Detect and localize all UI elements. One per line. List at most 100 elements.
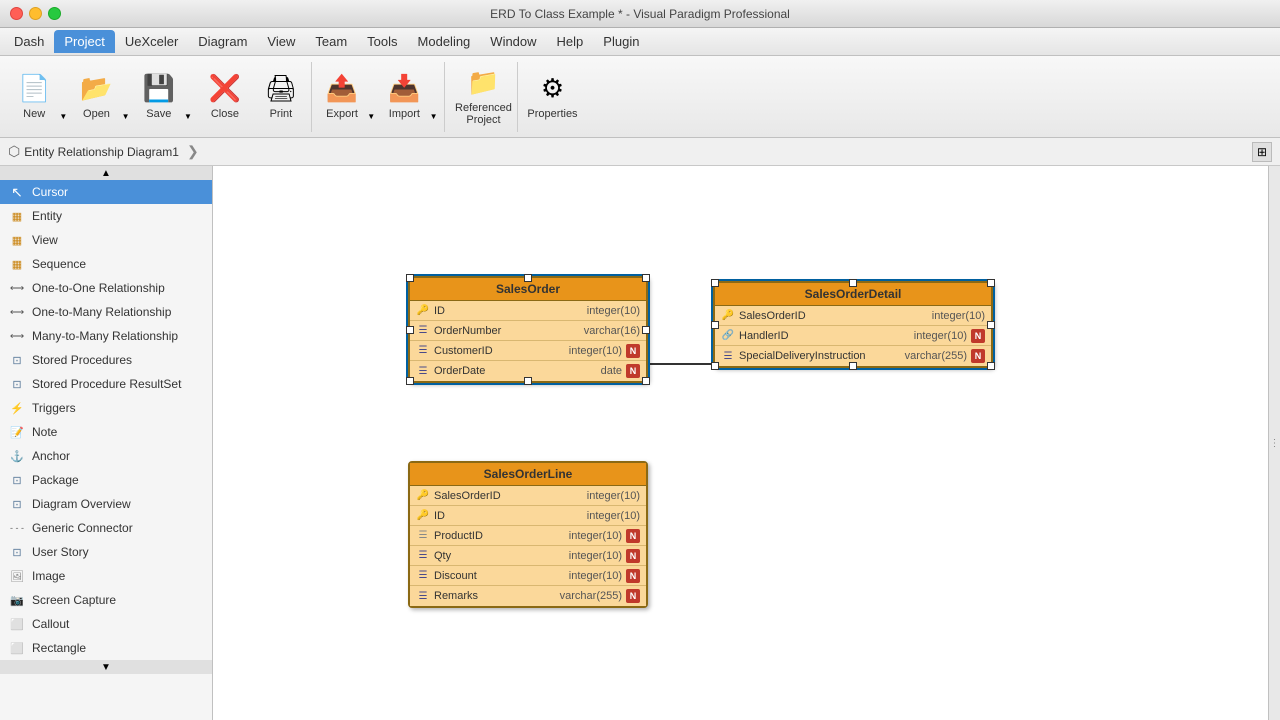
export-arrow[interactable]: ▼ [364,65,378,129]
close-button[interactable]: ❌ Close [199,65,251,129]
panel-item-triggers-label: Triggers [32,401,76,415]
handle-bl[interactable] [406,377,414,385]
referenced-project-button[interactable]: 📁 ReferencedProject [453,65,513,129]
menu-project[interactable]: Project [54,30,114,53]
menu-help[interactable]: Help [547,30,594,53]
menu-team[interactable]: Team [305,30,357,53]
field-icon: ☰ [416,589,430,603]
handle-tc[interactable] [849,279,857,287]
handle-mr[interactable] [642,326,650,334]
breadcrumb-bar: ⬡ Entity Relationship Diagram1 ❯ ⊞ [0,138,1280,166]
print-label: Print [270,108,293,120]
right-panel-handle[interactable]: ⋮ [1268,166,1280,720]
panel-item-image[interactable]: 🖼 Image [0,564,212,588]
handle-bl[interactable] [711,362,719,370]
menu-uexceler[interactable]: UeXceler [115,30,188,53]
panel-item-sequence-label: Sequence [32,257,86,271]
new-icon: 📄 [18,73,50,104]
minimize-button[interactable]: − [29,7,42,20]
null-badge: N [971,329,985,343]
panel-item-screen-capture-label: Screen Capture [32,593,116,607]
handle-tc[interactable] [524,274,532,282]
print-button[interactable]: 🖨 Print [255,65,307,129]
handle-br[interactable] [987,362,995,370]
handle-tl[interactable] [406,274,414,282]
menu-window[interactable]: Window [480,30,546,53]
panel-item-package[interactable]: ⊡ Package [0,468,212,492]
panel-item-stored-proc-resultset[interactable]: ⊡ Stored Procedure ResultSet [0,372,212,396]
panel-item-sequence[interactable]: ▦ Sequence [0,252,212,276]
panel-item-image-label: Image [32,569,65,583]
panel-item-anchor[interactable]: ⚓ Anchor [0,444,212,468]
menu-diagram[interactable]: Diagram [188,30,257,53]
handle-ml[interactable] [711,321,719,329]
save-arrow[interactable]: ▼ [181,65,195,129]
menu-tools[interactable]: Tools [357,30,407,53]
breadcrumb-item[interactable]: Entity Relationship Diagram1 [24,145,179,159]
screen-capture-icon: 📷 [8,594,26,607]
entity-salesorderline-row-salesorderid: 🔑 SalesOrderID integer(10) [410,486,646,506]
import-arrow[interactable]: ▼ [427,65,441,129]
panel-item-one-to-one[interactable]: ⟷ One-to-One Relationship [0,276,212,300]
open-button[interactable]: 📂 Open [74,65,118,129]
anchor-icon: ⚓ [8,450,26,463]
null-badge: N [626,529,640,543]
panel-item-triggers[interactable]: ⚡ Triggers [0,396,212,420]
diagram-view-toggle[interactable]: ⊞ [1252,142,1272,162]
save-button[interactable]: 💾 Save [137,65,181,129]
entity-salesorder[interactable]: SalesOrder 🔑 ID integer(10) ☰ OrderNumbe… [408,276,648,383]
handle-br[interactable] [642,377,650,385]
canvas[interactable]: SalesOrder 🔑 ID integer(10) ☰ OrderNumbe… [213,166,1280,720]
panel-item-many-to-many-label: Many-to-Many Relationship [32,329,178,343]
import-button[interactable]: 📥 Import [382,65,426,129]
panel-item-user-story[interactable]: ⊡ User Story [0,540,212,564]
menu-dash[interactable]: Dash [4,30,54,53]
handle-ml[interactable] [406,326,414,334]
panel-item-view[interactable]: ▦ View [0,228,212,252]
menu-view[interactable]: View [257,30,305,53]
panel-item-callout[interactable]: ⬜ Callout [0,612,212,636]
close-button[interactable]: ✕ [10,7,23,20]
maximize-button[interactable]: + [48,7,61,20]
menu-plugin[interactable]: Plugin [593,30,649,53]
sequence-icon: ▦ [8,258,26,271]
entity-icon: ▦ [8,210,26,223]
menu-modeling[interactable]: Modeling [408,30,481,53]
panel-item-user-story-label: User Story [32,545,89,559]
panel-item-note[interactable]: 📝 Note [0,420,212,444]
fk-icon: ☰ [416,529,430,543]
panel-item-entity[interactable]: ▦ Entity [0,204,212,228]
panel-item-rectangle[interactable]: ⬜ Rectangle [0,636,212,660]
referenced-project-icon: 📁 [467,67,499,98]
save-icon: 💾 [143,73,175,104]
panel-item-cursor[interactable]: ↖ Cursor [0,180,212,204]
panel-scroll-up[interactable]: ▲ [0,166,212,180]
panel-item-screen-capture[interactable]: 📷 Screen Capture [0,588,212,612]
panel-item-entity-label: Entity [32,209,62,223]
entity-salesorderline[interactable]: SalesOrderLine 🔑 SalesOrderID integer(10… [408,461,648,608]
properties-button[interactable]: ⚙ Properties [526,65,578,129]
handle-tl[interactable] [711,279,719,287]
handle-tr[interactable] [642,274,650,282]
handle-bc[interactable] [524,377,532,385]
handle-tr[interactable] [987,279,995,287]
handle-bc[interactable] [849,362,857,370]
panel-item-diagram-overview[interactable]: ⊡ Diagram Overview [0,492,212,516]
open-arrow[interactable]: ▼ [119,65,133,129]
panel-item-one-to-many[interactable]: ⟷ One-to-Many Relationship [0,300,212,324]
panel-item-generic-connector[interactable]: - - - Generic Connector [0,516,212,540]
export-button[interactable]: 📤 Export [320,65,364,129]
new-arrow[interactable]: ▼ [56,65,70,129]
entity-salesorderline-header: SalesOrderLine [410,463,646,486]
toolbar: 📄 New ▼ 📂 Open ▼ 💾 Save ▼ [0,56,1280,138]
file-toolbar-group: 📄 New ▼ 📂 Open ▼ 💾 Save ▼ [8,62,312,132]
one-to-one-icon: ⟷ [8,283,26,294]
handle-mr[interactable] [987,321,995,329]
panel-item-stored-proc[interactable]: ⊡ Stored Procedures [0,348,212,372]
panel-item-note-label: Note [32,425,57,439]
panel-scroll-down[interactable]: ▼ [0,660,212,674]
entity-salesorderdetail[interactable]: SalesOrderDetail 🔑 SalesOrderID integer(… [713,281,993,368]
stored-proc-icon: ⊡ [8,354,26,367]
panel-item-many-to-many[interactable]: ⟷ Many-to-Many Relationship [0,324,212,348]
new-button[interactable]: 📄 New [12,65,56,129]
